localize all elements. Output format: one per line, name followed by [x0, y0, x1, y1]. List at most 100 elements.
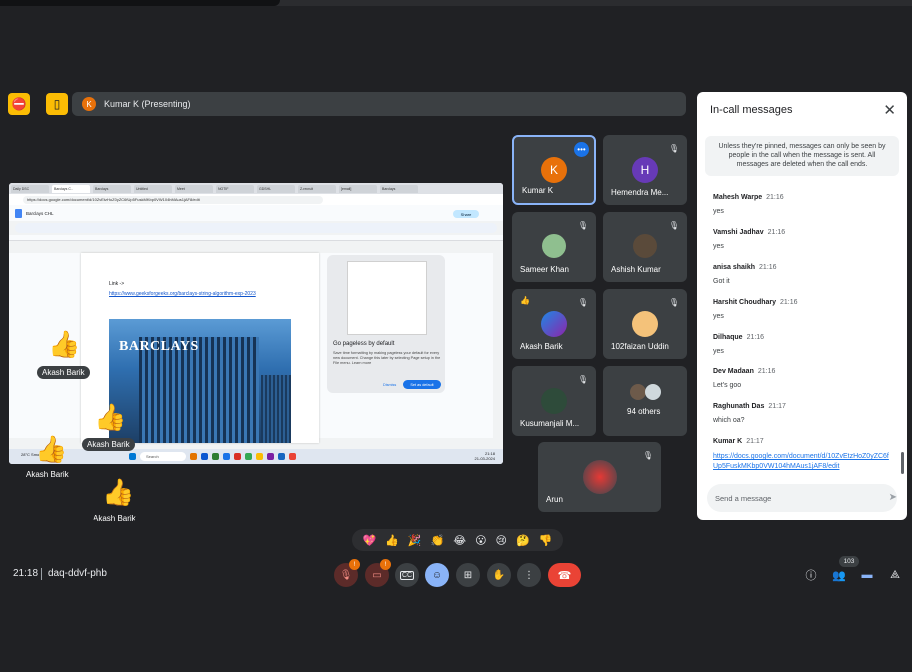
chat-message: Kumar K 21:17 https://docs.google.com/doc…: [713, 430, 893, 472]
participant-tile[interactable]: 🎙 Arun: [538, 442, 661, 512]
taskbar-clock: 21:18 21-03-2024: [475, 451, 495, 461]
warning-badge: !: [349, 559, 360, 570]
presenter-avatar: K: [82, 97, 96, 111]
message-text: yes: [713, 348, 724, 355]
sad-face-icon[interactable]: 😢: [496, 534, 507, 547]
chat-button[interactable]: ▬: [858, 566, 876, 584]
mic-toggle-button[interactable]: 🎙 !: [334, 559, 360, 587]
participant-name: Hemendra Me...: [611, 188, 669, 197]
shared-screen: Daily DSC Barclays C.. Barclays Untitled…: [9, 183, 503, 464]
browser-tab: Untitled: [134, 184, 172, 193]
browser-tab: GDSHL: [257, 184, 295, 193]
thinking-face-icon[interactable]: 🤔: [516, 534, 530, 547]
message-time: 21:16: [759, 264, 777, 271]
camera-off-icon[interactable]: ⛔: [8, 93, 30, 115]
present-button[interactable]: ⊞: [456, 563, 480, 587]
reaction-name: Akash Barik: [37, 366, 90, 379]
message-time: 21:16: [767, 229, 786, 236]
message-text: yes: [713, 208, 724, 215]
participant-tile[interactable]: 🎙 Sameer Khan: [512, 212, 596, 282]
hang-up-icon: ☎: [557, 569, 572, 582]
others-tile[interactable]: 94 others: [603, 366, 687, 436]
message-text: yes: [713, 313, 724, 320]
participant-tile[interactable]: 🎙 102faizan Uddin: [603, 289, 687, 359]
link-label: Link ->: [109, 281, 125, 287]
send-message-input[interactable]: Send a message: [707, 484, 897, 512]
activities-button[interactable]: ⟁: [886, 566, 904, 584]
mic-off-icon: 🎙: [577, 220, 589, 230]
reactions-button[interactable]: ☺: [425, 563, 449, 587]
mic-off-icon: 🎙: [668, 220, 680, 230]
joy-face-icon[interactable]: 😂: [453, 534, 466, 547]
more-options-button[interactable]: ⋮: [517, 563, 541, 587]
message-text: which oa?: [713, 417, 745, 424]
doc-ruler: [9, 235, 503, 241]
more-options-icon[interactable]: •••: [574, 142, 589, 157]
thumbs-up-reaction: 👍: [48, 329, 81, 359]
camera-off-icon: ▭: [372, 569, 382, 581]
participant-tile[interactable]: K ••• Kumar K: [512, 135, 596, 205]
exit-door-icon[interactable]: ▯: [46, 93, 68, 115]
participant-avatar: K: [541, 157, 567, 183]
participant-tile[interactable]: 👍 🎙 Akash Barik: [512, 289, 596, 359]
reaction-bar: 💖 👍 🎉 👏 😂 😮 😢 🤔 👎: [352, 529, 563, 551]
meeting-code: daq-ddvf-phb: [48, 568, 107, 579]
top-controls: ⛔ ▯: [8, 92, 68, 116]
meeting-details-button[interactable]: ⓘ: [802, 566, 820, 584]
surprised-face-icon[interactable]: 😮: [475, 534, 486, 547]
mic-off-icon: 🎙: [642, 450, 654, 460]
close-icon[interactable]: ✕: [883, 101, 896, 119]
message-link[interactable]: https://docs.google.com/document/d/10ZvE…: [713, 452, 893, 472]
app-icon: [201, 453, 208, 460]
participant-tile[interactable]: 🎙 Ashish Kumar: [603, 212, 687, 282]
browser-tab: Barclays C..: [52, 184, 90, 193]
browser-tab: NOTIF: [216, 184, 254, 193]
app-icon: [289, 453, 296, 460]
captions-icon: CC: [399, 570, 415, 580]
camera-toggle-button[interactable]: ▭ !: [365, 559, 391, 587]
app-icon: [278, 453, 285, 460]
chat-icon: ▬: [861, 569, 873, 581]
send-icon[interactable]: ➤: [889, 492, 897, 503]
windows-icon: [129, 453, 136, 460]
message-time: 21:17: [746, 438, 764, 445]
warning-badge: !: [380, 559, 391, 570]
chat-message: Mahesh Warpe 21:16 yes: [713, 186, 893, 215]
doc-title: Barclays CHL: [26, 210, 54, 216]
chat-scrollbar[interactable]: [901, 452, 904, 474]
reaction-name: Akash Barik: [93, 514, 136, 521]
thumbs-down-icon[interactable]: 👎: [539, 534, 553, 547]
clapping-hands-icon[interactable]: 👏: [431, 534, 445, 547]
participant-avatar: [630, 384, 646, 400]
reaction-name: Akash Barik: [82, 438, 135, 451]
browser-tab: [email]: [339, 184, 377, 193]
chat-message: Dilhaque 21:16 yes: [713, 326, 893, 355]
captions-button[interactable]: CC: [395, 563, 419, 587]
browser-tab: Barclays: [93, 184, 131, 193]
smiley-icon: ☺: [431, 569, 443, 581]
party-popper-icon[interactable]: 🎉: [408, 534, 422, 547]
participant-avatar: [632, 311, 658, 337]
participant-tile[interactable]: H 🎙 Hemendra Me...: [603, 135, 687, 205]
app-icon: [256, 453, 263, 460]
leave-call-button[interactable]: ☎: [548, 563, 581, 587]
raised-hand-icon: 👍: [520, 296, 530, 305]
sender-name: Dilhaque: [713, 334, 743, 341]
mic-off-icon: 🎙: [577, 297, 589, 307]
participant-avatar: [633, 234, 657, 258]
message-time: 21:16: [757, 368, 776, 375]
thumbs-up-icon[interactable]: 👍: [385, 534, 399, 547]
in-call-messages-panel: In-call messages ✕ Unless they're pinned…: [697, 92, 907, 520]
participant-avatar: [542, 234, 566, 258]
browser-tab: Barclays: [380, 184, 418, 193]
thumbs-up-reaction: 👍: [102, 477, 135, 507]
sparkling-heart-icon[interactable]: 💖: [362, 534, 376, 547]
pageless-illustration: [347, 261, 427, 335]
people-icon: 👥: [832, 569, 846, 582]
sender-name: Dev Madaan: [713, 368, 754, 375]
participant-tile[interactable]: 🎙 Kusumanjali M...: [512, 366, 596, 436]
footer-divider: [41, 568, 42, 580]
people-button[interactable]: 👥: [830, 566, 848, 584]
app-icon: [234, 453, 241, 460]
raise-hand-button[interactable]: ✋: [487, 563, 511, 587]
